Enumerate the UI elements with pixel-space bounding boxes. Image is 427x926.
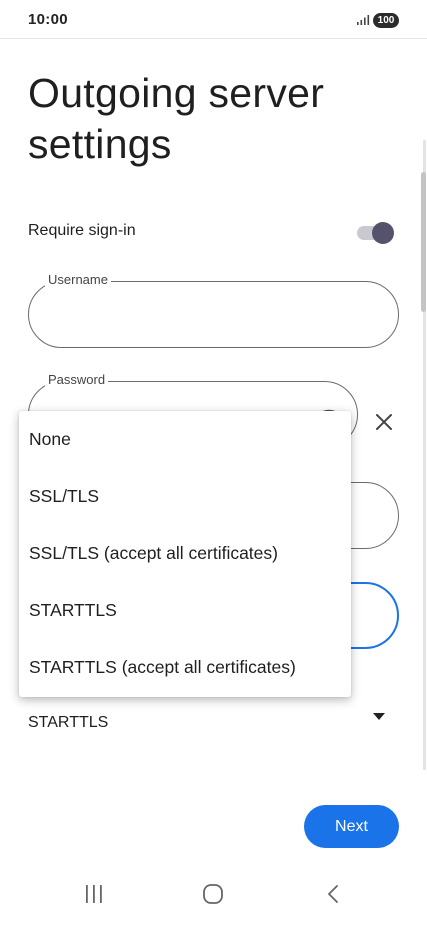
signal-icon [357, 15, 370, 25]
select-bottom-mask [0, 733, 420, 753]
menu-item-starttls-accept-all[interactable]: STARTTLS (accept all certificates) [19, 639, 351, 696]
password-label: Password [45, 372, 109, 388]
recents-icon[interactable] [83, 883, 105, 905]
page-title: Outgoing server settings [28, 70, 325, 167]
home-icon[interactable] [202, 883, 224, 905]
security-options-menu: None SSL/TLS SSL/TLS (accept all certifi… [19, 411, 351, 697]
status-time: 10:00 [28, 11, 68, 28]
menu-item-label: SSL/TLS [29, 486, 100, 506]
dropdown-arrow-icon[interactable] [373, 713, 385, 721]
security-type-select[interactable]: STARTTLS [28, 714, 108, 732]
username-label: Username [45, 272, 111, 288]
battery-badge: 100 [373, 13, 399, 28]
screen: 10:00 100 Outgoing server settings Requi… [0, 0, 427, 926]
username-field[interactable]: Username [28, 272, 399, 348]
menu-item-starttls[interactable]: STARTTLS [19, 582, 351, 639]
menu-item-label: None [29, 429, 71, 449]
status-bar: 10:00 100 [0, 0, 427, 39]
back-icon[interactable] [325, 883, 341, 905]
menu-item-none[interactable]: None [19, 411, 351, 468]
next-button[interactable]: Next [304, 805, 399, 848]
menu-item-label: STARTTLS (accept all certificates) [29, 657, 296, 677]
close-icon[interactable] [373, 411, 395, 433]
toggle-thumb [372, 222, 394, 244]
menu-item-ssl-tls[interactable]: SSL/TLS [19, 468, 351, 525]
require-signin-toggle[interactable] [357, 222, 395, 244]
menu-item-ssl-tls-accept-all[interactable]: SSL/TLS (accept all certificates) [19, 525, 351, 582]
menu-item-label: STARTTLS [29, 600, 117, 620]
scrollbar-thumb[interactable] [421, 172, 426, 312]
menu-item-label: SSL/TLS (accept all certificates) [29, 543, 278, 563]
require-signin-label: Require sign-in [28, 222, 136, 239]
